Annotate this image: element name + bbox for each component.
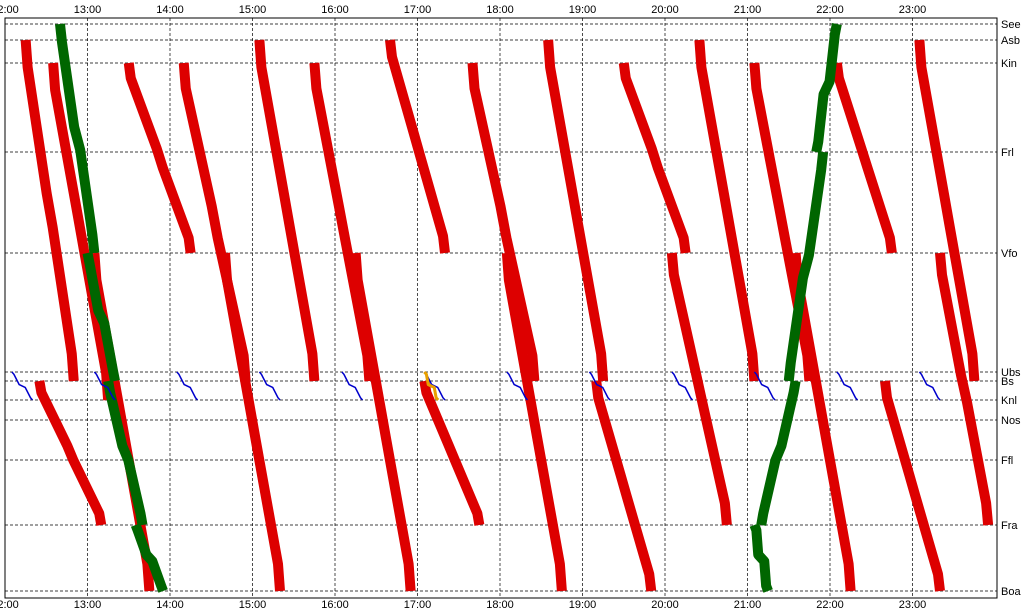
trip-line	[467, 62, 540, 382]
time-tick-label-bottom: 17:00	[404, 599, 432, 611]
station-label: Frl	[1001, 147, 1014, 159]
top-time-axis: 12:00 13:00 14:00 15:00 16:00 17:00 18:00 19:00…	[0, 4, 926, 16]
trip-line	[756, 380, 801, 526]
trip-line	[11, 371, 34, 401]
time-tick-label-bottom: 14:00	[156, 599, 184, 611]
time-tick-label-top: 16:00	[321, 4, 349, 16]
trip-line	[176, 371, 199, 401]
trip-line	[543, 39, 609, 382]
time-tick-label-top: 12:00	[0, 4, 19, 16]
station-label: Asb	[1001, 35, 1020, 47]
trip-line	[831, 62, 897, 254]
time-tick-label-bottom: 21:00	[734, 599, 762, 611]
station-axis: SeeAsbKinFrlVfoUbsBsKnlNosFflFraBoa	[1001, 19, 1021, 598]
trip-line	[419, 380, 485, 526]
time-tick-label-top: 19:00	[569, 4, 597, 16]
station-label: Kin	[1001, 58, 1017, 70]
time-tick-label-top: 14:00	[156, 4, 184, 16]
trip-line	[341, 371, 364, 401]
time-tick-label-top: 21:00	[734, 4, 762, 16]
trip-line	[753, 371, 776, 401]
time-tick-label-top: 20:00	[651, 4, 679, 16]
time-tick-label-top: 23:00	[899, 4, 927, 16]
trip-line	[385, 39, 450, 254]
trip-line	[749, 62, 815, 382]
trip-line	[618, 62, 691, 254]
trip-line	[836, 371, 859, 401]
trip-line	[671, 371, 694, 401]
time-tick-label-bottom: 23:00	[899, 599, 927, 611]
trip-line	[811, 23, 842, 153]
time-tick-label-bottom: 12:00	[0, 599, 19, 611]
station-label: Nos	[1001, 415, 1021, 427]
time-tick-label-bottom: 20:00	[651, 599, 679, 611]
station-label: Boa	[1001, 586, 1021, 598]
trip-line	[914, 39, 980, 382]
trip-line	[694, 39, 760, 382]
time-tick-label-bottom: 22:00	[816, 599, 844, 611]
time-tick-label-bottom: 18:00	[486, 599, 514, 611]
time-tick-label-bottom: 16:00	[321, 599, 349, 611]
station-label: Bs	[1001, 376, 1014, 388]
trip-line	[309, 62, 375, 382]
time-tick-label-top: 15:00	[239, 4, 267, 16]
trip-line	[666, 252, 732, 526]
time-tick-label-top: 13:00	[74, 4, 102, 16]
time-tick-label-top: 22:00	[816, 4, 844, 16]
station-label: Vfo	[1001, 248, 1018, 260]
trip-line	[258, 371, 281, 401]
time-tick-label-top: 18:00	[486, 4, 514, 16]
trip-line	[749, 523, 773, 593]
trip-line	[501, 252, 567, 592]
station-label: See	[1001, 19, 1021, 31]
trip-line	[34, 380, 107, 526]
bottom-time-axis: 12:00 13:00 14:00 15:00 16:00 17:00 18:00 19:00…	[0, 599, 926, 611]
train-graph-chart: 12:00 13:00 14:00 15:00 16:00 17:00 18:00 19:00…	[0, 4, 1021, 611]
station-label: Ffl	[1001, 455, 1013, 467]
trip-line	[254, 39, 320, 382]
station-label: Knl	[1001, 395, 1017, 407]
trip-line	[103, 380, 148, 526]
trip-line	[350, 252, 416, 592]
station-label: Fra	[1001, 520, 1018, 532]
trip-line	[591, 380, 657, 592]
time-tick-label-bottom: 15:00	[239, 599, 267, 611]
time-tick-label-top: 17:00	[404, 4, 432, 16]
trip-line	[918, 371, 941, 401]
time-tick-label-bottom: 13:00	[74, 599, 102, 611]
trip-line	[48, 62, 114, 401]
time-tick-label-bottom: 19:00	[569, 599, 597, 611]
